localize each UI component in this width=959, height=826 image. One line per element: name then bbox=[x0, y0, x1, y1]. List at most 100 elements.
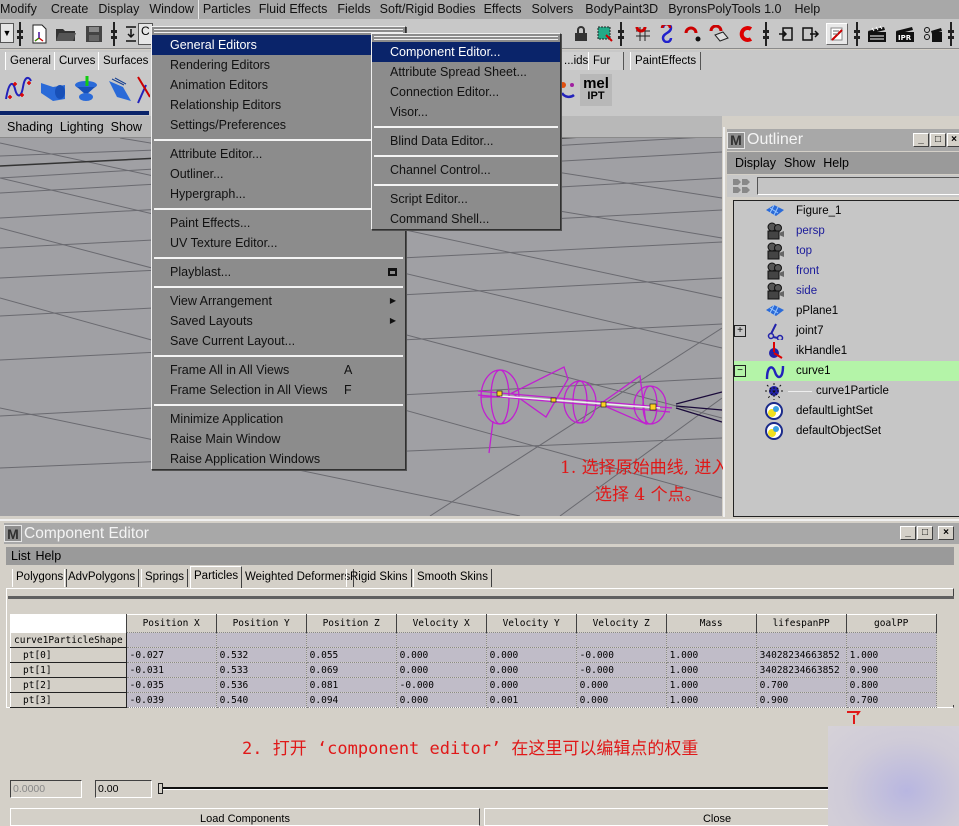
table-cell[interactable]: 0.000 bbox=[395, 692, 487, 708]
construction-history-icon[interactable] bbox=[826, 23, 848, 45]
menu-item-frame-all-in-all-views[interactable]: Frame All in All Views A bbox=[152, 360, 405, 380]
outliner-item-persp[interactable]: persp bbox=[734, 221, 959, 241]
shelf-tab-fur[interactable]: Fur bbox=[588, 52, 624, 70]
tab-polygons[interactable]: Polygons bbox=[12, 569, 68, 587]
output-ops-icon[interactable] bbox=[800, 23, 822, 45]
table-cell[interactable]: 0.000 bbox=[485, 647, 577, 663]
render-globals-icon[interactable] bbox=[922, 23, 944, 45]
outliner-item-joint7[interactable]: + joint7 bbox=[734, 321, 959, 342]
menu-item-visor[interactable]: Visor... bbox=[372, 102, 560, 122]
table-cell[interactable]: 1.000 bbox=[665, 677, 757, 693]
new-scene-icon[interactable] bbox=[28, 23, 50, 45]
outliner-item-side[interactable]: side bbox=[734, 281, 959, 301]
table-cell[interactable]: 0.900 bbox=[845, 662, 937, 678]
lock-icon[interactable] bbox=[570, 23, 592, 45]
table-cell[interactable]: -0.031 bbox=[125, 662, 217, 678]
outliner-menu-display[interactable]: Display bbox=[735, 156, 776, 170]
select-region-icon[interactable] bbox=[594, 23, 616, 45]
menu-bodypaint3d[interactable]: BodyPaint3D bbox=[585, 0, 658, 19]
save-scene-icon[interactable] bbox=[83, 23, 105, 45]
shelf-tab-surfaces[interactable]: Surfaces bbox=[98, 52, 154, 70]
menu-item-channel-control[interactable]: Channel Control... bbox=[372, 160, 560, 180]
outliner-item-curve1[interactable]: − curve1 bbox=[734, 361, 959, 381]
outliner-filter-input[interactable] bbox=[757, 177, 959, 195]
table-cell[interactable]: 1.000 bbox=[665, 647, 757, 663]
tab-weighted-deformers[interactable]: Weighted Deformers bbox=[241, 569, 355, 587]
menu-item-minimize-application[interactable]: Minimize Application bbox=[152, 409, 405, 429]
ipr-render-icon[interactable]: IPR bbox=[894, 23, 916, 45]
snap-live-icon[interactable] bbox=[735, 23, 757, 45]
menu-item-general-editors[interactable]: General Editors▶ bbox=[152, 35, 405, 55]
snap-view-plane-icon[interactable] bbox=[708, 23, 730, 45]
minimize-button[interactable]: _ bbox=[900, 526, 916, 540]
outliner-menu-show[interactable]: Show bbox=[784, 156, 815, 170]
outliner-menu-help[interactable]: Help bbox=[823, 156, 849, 170]
menu-item-save-current-layout[interactable]: Save Current Layout... bbox=[152, 331, 405, 351]
component-editor-titlebar[interactable]: M Component Editor _ □ × bbox=[4, 523, 959, 544]
menu-tear-off[interactable] bbox=[152, 27, 405, 35]
menu-item-relationship-editors[interactable]: Relationship Editors▶ bbox=[152, 95, 405, 115]
row-header[interactable]: pt[1] bbox=[10, 662, 127, 678]
load-components-button[interactable]: Load Components bbox=[10, 808, 480, 826]
menu-item-connection-editor[interactable]: Connection Editor... bbox=[372, 82, 560, 102]
outliner-list[interactable]: Figure_1 persp top front side pPlane1 + joint7 i… bbox=[733, 200, 959, 517]
table-cell[interactable]: 0.000 bbox=[575, 677, 667, 693]
column-header-position-z[interactable]: Position Z bbox=[305, 614, 397, 633]
menu-item-saved-layouts[interactable]: Saved Layouts ▶ bbox=[152, 311, 405, 331]
table-cell[interactable]: 1.000 bbox=[665, 692, 757, 708]
table-cell[interactable]: 0.000 bbox=[485, 662, 577, 678]
table-cell[interactable]: 0.540 bbox=[215, 692, 307, 708]
ce-menu-list[interactable]: List bbox=[11, 549, 30, 563]
maximize-button[interactable]: □ bbox=[917, 526, 933, 540]
viewport-menu-shading[interactable]: Shading bbox=[7, 120, 53, 134]
table-cell[interactable]: 0.055 bbox=[305, 647, 397, 663]
shelf-tab-general[interactable]: General bbox=[5, 52, 56, 70]
table-cell[interactable]: 0.536 bbox=[215, 677, 307, 693]
table-cell[interactable]: 0.700 bbox=[755, 677, 847, 693]
mel-ipt-icon[interactable]: mel IPT bbox=[580, 74, 612, 106]
menu-item-component-editor[interactable]: Component Editor... bbox=[372, 42, 560, 62]
table-cell[interactable]: -0.039 bbox=[125, 692, 217, 708]
table-cell[interactable]: 0.000 bbox=[485, 677, 577, 693]
column-header-lifespanpp[interactable]: lifespanPP bbox=[755, 614, 847, 633]
table-cell[interactable]: 1.000 bbox=[665, 662, 757, 678]
tab-particles[interactable]: Particles bbox=[190, 566, 243, 588]
menu-item-paint-effects[interactable]: Paint Effects... bbox=[152, 213, 405, 233]
table-cell[interactable]: 0.532 bbox=[215, 647, 307, 663]
menu-item-raise-application-windows[interactable]: Raise Application Windows bbox=[152, 449, 405, 469]
minimize-button[interactable]: _ bbox=[913, 133, 929, 147]
group-label[interactable]: curve1ParticleShape bbox=[10, 632, 127, 648]
table-cell[interactable]: 0.001 bbox=[485, 692, 577, 708]
table-cell[interactable]: 0.081 bbox=[305, 677, 397, 693]
tab-advpolygons[interactable]: AdvPolygons bbox=[64, 569, 140, 587]
table-cell[interactable]: 0.094 bbox=[305, 692, 397, 708]
menu-item-settings-preferences[interactable]: Settings/Preferences▶ bbox=[152, 115, 405, 135]
tab-smooth-skins[interactable]: Smooth Skins bbox=[413, 569, 492, 587]
table-cell[interactable]: 0.800 bbox=[845, 677, 937, 693]
column-header-position-y[interactable]: Position Y bbox=[215, 614, 307, 633]
menu-item-raise-main-window[interactable]: Raise Main Window bbox=[152, 429, 405, 449]
menu-solvers[interactable]: Solvers bbox=[532, 0, 574, 19]
expand-icon[interactable]: + bbox=[734, 325, 746, 337]
menu-item-view-arrangement[interactable]: View Arrangement ▶ bbox=[152, 291, 405, 311]
menu-item-hypergraph[interactable]: Hypergraph... bbox=[152, 184, 405, 204]
filter-arrows-icon[interactable] bbox=[732, 177, 752, 195]
menu-item-animation-editors[interactable]: Animation Editors▶ bbox=[152, 75, 405, 95]
min-value-field[interactable]: 0.0000 bbox=[10, 780, 82, 798]
menu-particles[interactable]: Particles bbox=[197, 0, 251, 19]
viewport-menu-show[interactable]: Show bbox=[111, 120, 142, 134]
viewport-menu-lighting[interactable]: Lighting bbox=[60, 120, 104, 134]
menu-byronspolytools-1-0[interactable]: ByronsPolyTools 1.0 bbox=[668, 0, 781, 19]
collapse-icon[interactable]: − bbox=[734, 365, 746, 377]
menu-modify[interactable]: Modify bbox=[0, 0, 37, 19]
tab-springs[interactable]: Springs bbox=[141, 569, 188, 587]
value-field[interactable]: 0.00 bbox=[95, 780, 152, 798]
menu-create[interactable]: Create bbox=[51, 0, 89, 19]
column-header-position-x[interactable]: Position X bbox=[125, 614, 217, 633]
menu-item-attribute-editor[interactable]: Attribute Editor... bbox=[152, 144, 405, 164]
table-cell[interactable]: 0.000 bbox=[395, 647, 487, 663]
ep-curve-tool-icon[interactable] bbox=[2, 74, 34, 106]
table-cell[interactable]: -0.000 bbox=[395, 677, 487, 693]
tab-rigid-skins[interactable]: Rigid Skins bbox=[346, 569, 412, 587]
row-header[interactable]: pt[3] bbox=[10, 692, 127, 708]
